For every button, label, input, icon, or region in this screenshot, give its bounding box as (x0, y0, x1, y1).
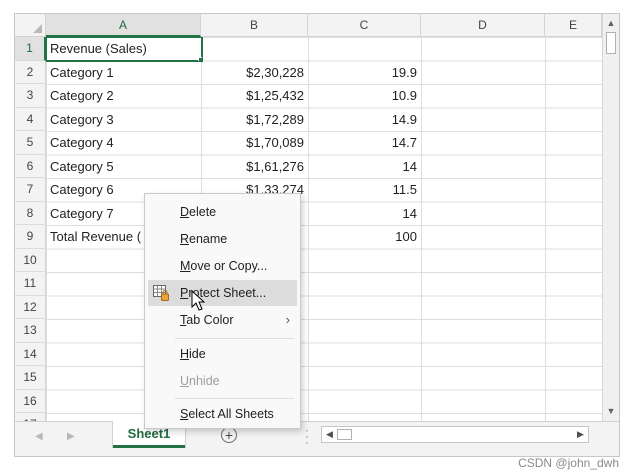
cell-c4[interactable]: 14.9 (308, 108, 421, 132)
cell-c2[interactable]: 19.9 (308, 61, 421, 85)
menu-item-move-or-copy[interactable]: Move or Copy... (148, 253, 297, 279)
row-header-8[interactable]: 8 (15, 201, 46, 225)
column-header-c[interactable]: C (308, 14, 421, 37)
cell-a1[interactable]: Revenue (Sales) (46, 37, 203, 62)
tab-nav-left-icon[interactable]: ◀ (35, 431, 43, 442)
menu-item-hide[interactable]: Hide (148, 341, 297, 367)
row-header-11[interactable]: 11 (15, 272, 46, 296)
watermark-text: CSDN @john_dwh (518, 456, 619, 470)
column-header-a[interactable]: A (46, 14, 201, 37)
row-header-15[interactable]: 15 (15, 366, 46, 390)
menu-item-rename[interactable]: Rename (148, 226, 297, 252)
column-header-e[interactable]: E (545, 14, 602, 37)
cell-a3[interactable]: Category 2 (46, 84, 201, 108)
row-header-6[interactable]: 6 (15, 154, 46, 178)
menu-item-tab-color[interactable]: Tab Color › (148, 307, 297, 333)
column-header-b[interactable]: B (201, 14, 308, 37)
menu-separator (175, 338, 294, 339)
row-header-9[interactable]: 9 (15, 225, 46, 249)
add-sheet-icon[interactable]: + (221, 427, 237, 443)
cell-grid[interactable]: Revenue (Sales) Category 1 $2,30,228 19.… (46, 37, 602, 421)
cell-c7[interactable]: 11.5 (308, 178, 421, 202)
row-header-16[interactable]: 16 (15, 389, 46, 413)
scroll-right-icon[interactable]: ▶ (573, 427, 588, 442)
row-header-5[interactable]: 5 (15, 131, 46, 155)
row-header-14[interactable]: 14 (15, 342, 46, 366)
cell-c5[interactable]: 14.7 (308, 131, 421, 155)
spreadsheet-window: A B C D E 1 2 3 4 5 6 7 8 9 10 11 12 13 … (14, 13, 620, 457)
row-header-13[interactable]: 13 (15, 319, 46, 343)
row-header-4[interactable]: 4 (15, 107, 46, 131)
row-header-3[interactable]: 3 (15, 84, 46, 108)
cell-b5[interactable]: $1,70,089 (201, 131, 308, 155)
scroll-up-icon[interactable]: ▲ (604, 16, 618, 30)
submenu-chevron-icon: › (285, 312, 290, 327)
menu-item-unhide: Unhide (180, 374, 220, 388)
vertical-scrollbar[interactable]: ▲ ▼ (602, 14, 619, 421)
scroll-down-icon[interactable]: ▼ (604, 404, 618, 418)
cell-b6[interactable]: $1,61,276 (201, 155, 308, 179)
cell-b4[interactable]: $1,72,289 (201, 108, 308, 132)
select-all-corner[interactable] (15, 14, 46, 37)
cell-b2[interactable]: $2,30,228 (201, 61, 308, 85)
menu-separator (175, 398, 294, 399)
cell-a4[interactable]: Category 3 (46, 108, 201, 132)
column-header-d[interactable]: D (421, 14, 545, 37)
splitter-handle-icon[interactable]: · · · (305, 424, 309, 448)
cell-c9[interactable]: 100 (308, 225, 421, 249)
horizontal-scroll-thumb[interactable] (337, 429, 352, 440)
cell-c3[interactable]: 10.9 (308, 84, 421, 108)
cell-a2[interactable]: Category 1 (46, 61, 201, 85)
cell-c6[interactable]: 14 (308, 155, 421, 179)
sheet-tab-bar: ◀ ▶ Sheet1 + · · · ◀ ▶ (15, 421, 619, 456)
cell-c8[interactable]: 14 (308, 202, 421, 226)
row-header-10[interactable]: 10 (15, 248, 46, 272)
mouse-pointer-icon (191, 290, 206, 311)
menu-item-protect-sheet[interactable]: Protect Sheet... (148, 280, 297, 306)
sheet-context-menu: Delete Rename Move or Copy... Protect Sh… (144, 193, 301, 429)
menu-item-select-all-sheets[interactable]: Select All Sheets (148, 401, 297, 427)
row-header-7[interactable]: 7 (15, 178, 46, 202)
row-header-12[interactable]: 12 (15, 295, 46, 319)
row-header-1[interactable]: 1 (15, 37, 46, 61)
vertical-scroll-thumb[interactable] (606, 32, 616, 54)
protect-sheet-icon (153, 285, 169, 301)
cell-a6[interactable]: Category 5 (46, 155, 201, 179)
menu-item-delete[interactable]: Delete (148, 199, 297, 225)
horizontal-scrollbar[interactable]: ◀ ▶ (321, 426, 589, 443)
cell-b3[interactable]: $1,25,432 (201, 84, 308, 108)
tab-nav-right-icon[interactable]: ▶ (67, 431, 75, 442)
cell-a5[interactable]: Category 4 (46, 131, 201, 155)
row-header-2[interactable]: 2 (15, 60, 46, 84)
scroll-left-icon[interactable]: ◀ (322, 427, 337, 442)
